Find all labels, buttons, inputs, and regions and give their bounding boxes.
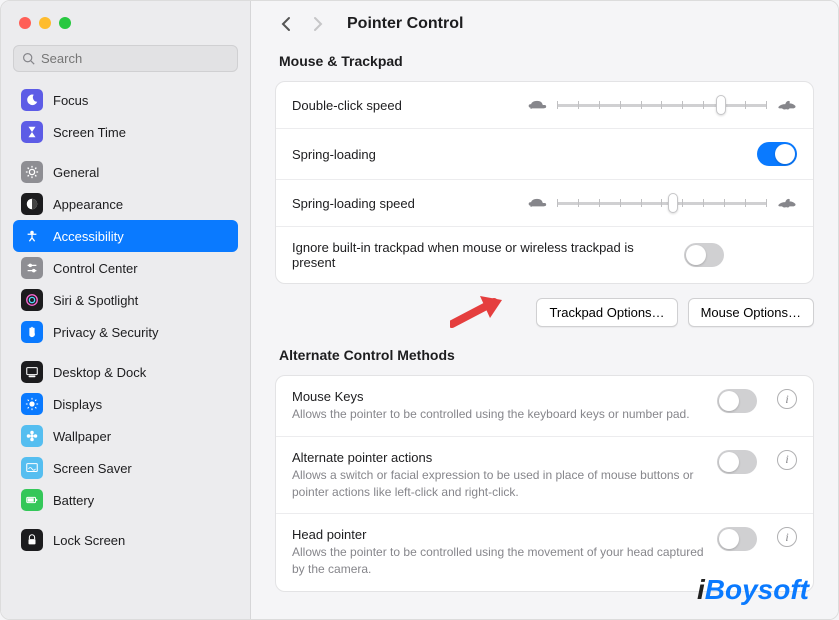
row-head-pointer: Head pointer Allows the pointer to be co…	[276, 514, 813, 591]
sidebar-item-label: Displays	[53, 397, 102, 412]
panel-mouse-trackpad: Double-click speed Spring-loading Spring…	[275, 81, 814, 284]
page-title: Pointer Control	[347, 15, 463, 33]
mouse-keys-toggle[interactable]	[717, 389, 757, 413]
row-description: Allows the pointer to be controlled usin…	[292, 406, 705, 423]
trackpad-options-button[interactable]: Trackpad Options…	[536, 298, 677, 327]
search-input[interactable]	[41, 51, 229, 66]
sidebar-item-label: Siri & Spotlight	[53, 293, 138, 308]
brightness-icon	[21, 393, 43, 415]
sidebar-item-label: Focus	[53, 93, 88, 108]
sidebar-item-label: Accessibility	[53, 229, 124, 244]
sidebar-item-label: General	[53, 165, 99, 180]
sidebar-item-label: Wallpaper	[53, 429, 111, 444]
hare-icon	[777, 98, 797, 112]
row-description: Allows a switch or facial expression to …	[292, 467, 705, 501]
sidebar-item-desktop-dock[interactable]: Desktop & Dock	[13, 356, 238, 388]
hand-icon	[21, 321, 43, 343]
search-icon	[22, 52, 35, 65]
section-title-alternate-control: Alternate Control Methods	[279, 347, 814, 363]
sidebar-item-label: Desktop & Dock	[53, 365, 146, 380]
dock-icon	[21, 361, 43, 383]
spring-loading-toggle[interactable]	[757, 142, 797, 166]
sidebar-item-control-center[interactable]: Control Center	[13, 252, 238, 284]
flower-icon	[21, 425, 43, 447]
row-label: Ignore built-in trackpad when mouse or w…	[292, 240, 672, 270]
siri-icon	[21, 289, 43, 311]
hourglass-icon	[21, 121, 43, 143]
sidebar-item-label: Control Center	[53, 261, 138, 276]
sidebar-item-lock-screen[interactable]: Lock Screen	[13, 524, 238, 556]
row-spring-loading-speed: Spring-loading speed	[276, 180, 813, 227]
sidebar-item-appearance[interactable]: Appearance	[13, 188, 238, 220]
row-label: Alternate pointer actions	[292, 450, 705, 465]
accessibility-icon	[21, 225, 43, 247]
tortoise-icon	[527, 196, 547, 210]
panel-alternate-control: Mouse Keys Allows the pointer to be cont…	[275, 375, 814, 592]
row-double-click-speed: Double-click speed	[276, 82, 813, 129]
sidebar-item-label: Screen Saver	[53, 461, 132, 476]
sidebar-item-wallpaper[interactable]: Wallpaper	[13, 420, 238, 452]
search-field[interactable]	[13, 45, 238, 72]
row-ignore-trackpad: Ignore built-in trackpad when mouse or w…	[276, 227, 813, 283]
sidebar-item-screen-saver[interactable]: Screen Saver	[13, 452, 238, 484]
close-button[interactable]	[19, 17, 31, 29]
options-button-row: Trackpad Options… Mouse Options…	[275, 298, 814, 327]
row-label: Head pointer	[292, 527, 705, 542]
row-mouse-keys: Mouse Keys Allows the pointer to be cont…	[276, 376, 813, 437]
spring-loading-speed-slider[interactable]	[557, 193, 767, 213]
info-icon[interactable]: i	[777, 389, 797, 409]
row-spring-loading: Spring-loading	[276, 129, 813, 180]
sidebar-item-focus[interactable]: Focus	[13, 84, 238, 116]
sidebar-item-displays[interactable]: Displays	[13, 388, 238, 420]
sidebar-item-label: Screen Time	[53, 125, 126, 140]
gear-icon	[21, 161, 43, 183]
alternate-pointer-toggle[interactable]	[717, 450, 757, 474]
battery-icon	[21, 489, 43, 511]
annotation-arrow-icon	[450, 294, 506, 330]
head-pointer-toggle[interactable]	[717, 527, 757, 551]
sidebar-item-siri-spotlight[interactable]: Siri & Spotlight	[13, 284, 238, 316]
nav-bar: Pointer Control	[275, 13, 814, 35]
row-label: Spring-loading	[292, 147, 745, 162]
lock-icon	[21, 529, 43, 551]
sidebar-item-label: Lock Screen	[53, 533, 125, 548]
sidebar-item-battery[interactable]: Battery	[13, 484, 238, 516]
mouse-options-button[interactable]: Mouse Options…	[688, 298, 814, 327]
screensaver-icon	[21, 457, 43, 479]
minimize-button[interactable]	[39, 17, 51, 29]
double-click-speed-slider[interactable]	[557, 95, 767, 115]
appearance-icon	[21, 193, 43, 215]
info-icon[interactable]: i	[777, 527, 797, 547]
sidebar-item-screen-time[interactable]: Screen Time	[13, 116, 238, 148]
sidebar-item-label: Privacy & Security	[53, 325, 158, 340]
fullscreen-button[interactable]	[59, 17, 71, 29]
forward-button	[307, 13, 329, 35]
hare-icon	[777, 196, 797, 210]
sidebar-item-general[interactable]: General	[13, 156, 238, 188]
row-description: Allows the pointer to be controlled usin…	[292, 544, 705, 578]
controls-icon	[21, 257, 43, 279]
tortoise-icon	[527, 98, 547, 112]
sidebar-item-label: Appearance	[53, 197, 123, 212]
row-label: Mouse Keys	[292, 389, 705, 404]
sidebar-item-label: Battery	[53, 493, 94, 508]
sidebar-item-accessibility[interactable]: Accessibility	[13, 220, 238, 252]
info-icon[interactable]: i	[777, 450, 797, 470]
section-title-mouse-trackpad: Mouse & Trackpad	[279, 53, 814, 69]
row-label: Double-click speed	[292, 98, 515, 113]
sidebar-item-privacy-security[interactable]: Privacy & Security	[13, 316, 238, 348]
row-alternate-pointer-actions: Alternate pointer actions Allows a switc…	[276, 437, 813, 515]
window-controls	[13, 11, 238, 43]
moon-icon	[21, 89, 43, 111]
back-button[interactable]	[275, 13, 297, 35]
row-label: Spring-loading speed	[292, 196, 515, 211]
ignore-trackpad-toggle[interactable]	[684, 243, 724, 267]
